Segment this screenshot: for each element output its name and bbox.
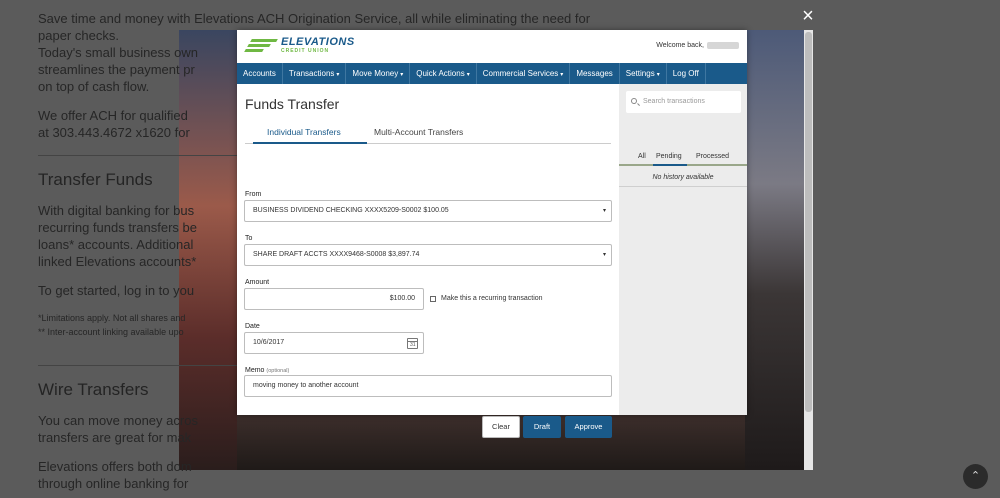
- recurring-checkbox[interactable]: [430, 295, 436, 302]
- nav-move-money[interactable]: Move Money ▾: [346, 63, 411, 84]
- search-icon: [631, 98, 637, 104]
- modal-scrollbar-thumb[interactable]: [805, 32, 812, 412]
- page-title: Funds Transfer: [245, 96, 340, 112]
- from-account-select[interactable]: BUSINESS DIVIDEND CHECKING XXXX5209-S000…: [244, 200, 612, 222]
- tab-multi-account-transfers[interactable]: Multi-Account Transfers: [374, 127, 463, 137]
- chevron-down-icon: ▾: [400, 72, 404, 78]
- tab-all[interactable]: All: [638, 153, 646, 160]
- nav-messages[interactable]: Messages: [570, 63, 620, 84]
- memo-label: Memo (optional): [245, 367, 290, 374]
- amount-input[interactable]: $100.00: [244, 288, 424, 310]
- clear-button[interactable]: Clear: [482, 416, 520, 438]
- nav-log-off[interactable]: Log Off: [667, 63, 706, 84]
- nav-transactions[interactable]: Transactions ▾: [283, 63, 347, 84]
- history-tabs: All Pending Processed: [619, 150, 747, 166]
- date-label: Date: [245, 323, 260, 330]
- chevron-down-icon: ▾: [656, 72, 660, 78]
- memo-input[interactable]: moving money to another account: [244, 375, 612, 397]
- tab-individual-transfers[interactable]: Individual Transfers: [267, 127, 341, 137]
- transfer-form-panel: Funds Transfer Individual Transfers Mult…: [237, 84, 619, 438]
- no-history-message: No history available: [652, 174, 714, 181]
- elevations-logo[interactable]: ELEVATIONS CREDIT UNION: [244, 36, 355, 56]
- nav-commercial-services[interactable]: Commercial Services ▾: [477, 63, 571, 84]
- to-account-select[interactable]: SHARE DRAFT ACCTS XXXX9468-S0008 $3,897.…: [244, 244, 612, 266]
- to-label: To: [245, 235, 253, 242]
- tab-pending[interactable]: Pending: [656, 153, 682, 160]
- active-tab-indicator: [253, 142, 367, 144]
- chevron-down-icon: ▾: [336, 72, 340, 78]
- nav-accounts[interactable]: Accounts: [237, 63, 283, 84]
- funds-transfer-app: ELEVATIONS CREDIT UNION Welcome back, Ac…: [237, 30, 747, 438]
- search-transactions-input[interactable]: Search transactions: [626, 91, 741, 113]
- nav-quick-actions[interactable]: Quick Actions ▾: [410, 63, 477, 84]
- close-icon[interactable]: ×: [798, 6, 818, 26]
- calendar-icon[interactable]: 31: [407, 338, 418, 349]
- chevron-down-icon: ▾: [602, 252, 606, 258]
- chevron-down-icon: ▾: [560, 72, 564, 78]
- date-input[interactable]: 10/6/2017 31: [244, 332, 424, 354]
- draft-button[interactable]: Draft: [523, 416, 561, 438]
- from-label: From: [245, 191, 262, 198]
- transfer-tabs: Individual Transfers Multi-Account Trans…: [245, 122, 611, 144]
- amount-label: Amount: [245, 279, 270, 286]
- active-history-tab-indicator: [653, 164, 687, 166]
- transaction-history-sidebar: Search transactions All Pending Processe…: [619, 84, 747, 415]
- app-header: ELEVATIONS CREDIT UNION Welcome back,: [237, 30, 747, 63]
- redacted-username: [707, 42, 739, 49]
- logo-mark-icon: [244, 36, 279, 56]
- approve-button[interactable]: Approve: [565, 416, 612, 438]
- tab-processed[interactable]: Processed: [696, 153, 729, 160]
- nav-settings[interactable]: Settings ▾: [620, 63, 667, 84]
- main-nav: Accounts Transactions ▾ Move Money ▾ Quick…: [237, 63, 747, 84]
- chevron-down-icon: ▾: [466, 72, 470, 78]
- scroll-to-top-icon[interactable]: ⌃: [963, 464, 988, 489]
- welcome-message: Welcome back,: [656, 42, 739, 49]
- chevron-down-icon: ▾: [602, 208, 606, 214]
- recurring-option[interactable]: Make this a recurring transaction: [430, 295, 543, 302]
